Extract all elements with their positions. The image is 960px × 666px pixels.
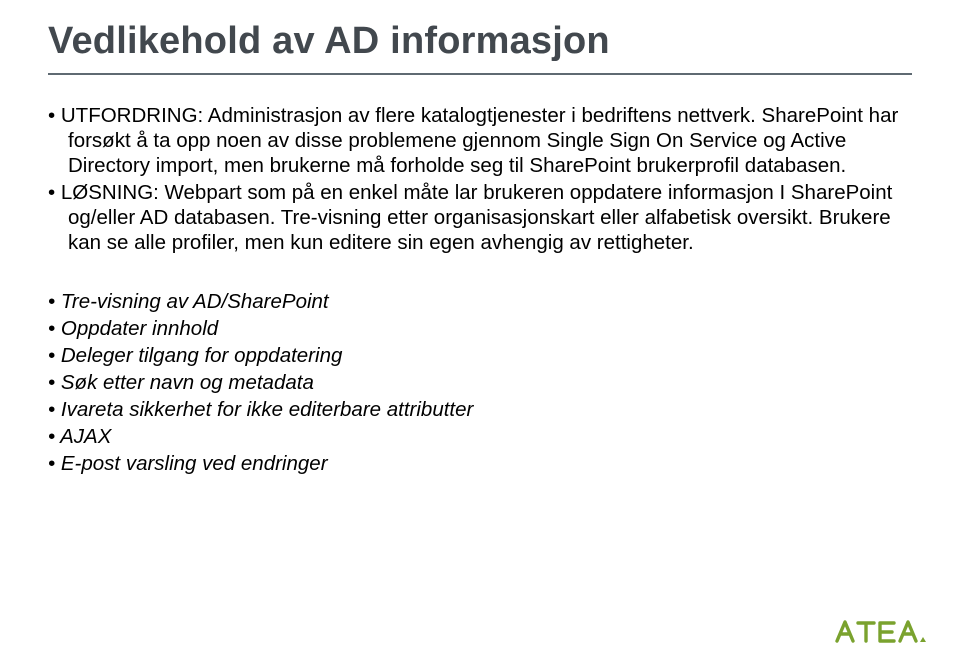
atea-logo — [834, 618, 926, 644]
list-item-text: Deleger tilgang for oppdatering — [61, 344, 343, 367]
list-item-text: Ivareta sikkerhet for ikke editerbare at… — [61, 398, 473, 421]
feature-bullet-list: Tre-visning av AD/SharePoint Oppdater in… — [48, 289, 912, 476]
list-item-text: Tre-visning av AD/SharePoint — [61, 290, 329, 313]
main-bullet-list: UTFORDRING: Administrasjon av flere kata… — [48, 103, 912, 255]
list-item: Oppdater innhold — [48, 316, 912, 341]
slide: Vedlikehold av AD informasjon UTFORDRING… — [0, 0, 960, 666]
list-item-text: Søk etter navn og metadata — [61, 371, 314, 394]
slide-content: UTFORDRING: Administrasjon av flere kata… — [48, 103, 912, 476]
list-item-text: Oppdater innhold — [61, 317, 218, 340]
atea-logo-icon — [834, 618, 926, 644]
list-item: AJAX — [48, 424, 912, 449]
list-item: Søk etter navn og metadata — [48, 370, 912, 395]
list-item-text: LØSNING: Webpart som på en enkel måte la… — [61, 181, 892, 254]
page-title: Vedlikehold av AD informasjon — [48, 20, 912, 69]
list-item: Tre-visning av AD/SharePoint — [48, 289, 912, 314]
list-item-text: AJAX — [60, 425, 111, 448]
list-item: Ivareta sikkerhet for ikke editerbare at… — [48, 397, 912, 422]
list-item: LØSNING: Webpart som på en enkel måte la… — [48, 180, 912, 255]
title-divider — [48, 73, 912, 75]
list-item: E-post varsling ved endringer — [48, 451, 912, 476]
list-item: UTFORDRING: Administrasjon av flere kata… — [48, 103, 912, 178]
list-item: Deleger tilgang for oppdatering — [48, 343, 912, 368]
list-item-text: E-post varsling ved endringer — [61, 452, 328, 475]
list-item-text: UTFORDRING: Administrasjon av flere kata… — [61, 104, 898, 177]
